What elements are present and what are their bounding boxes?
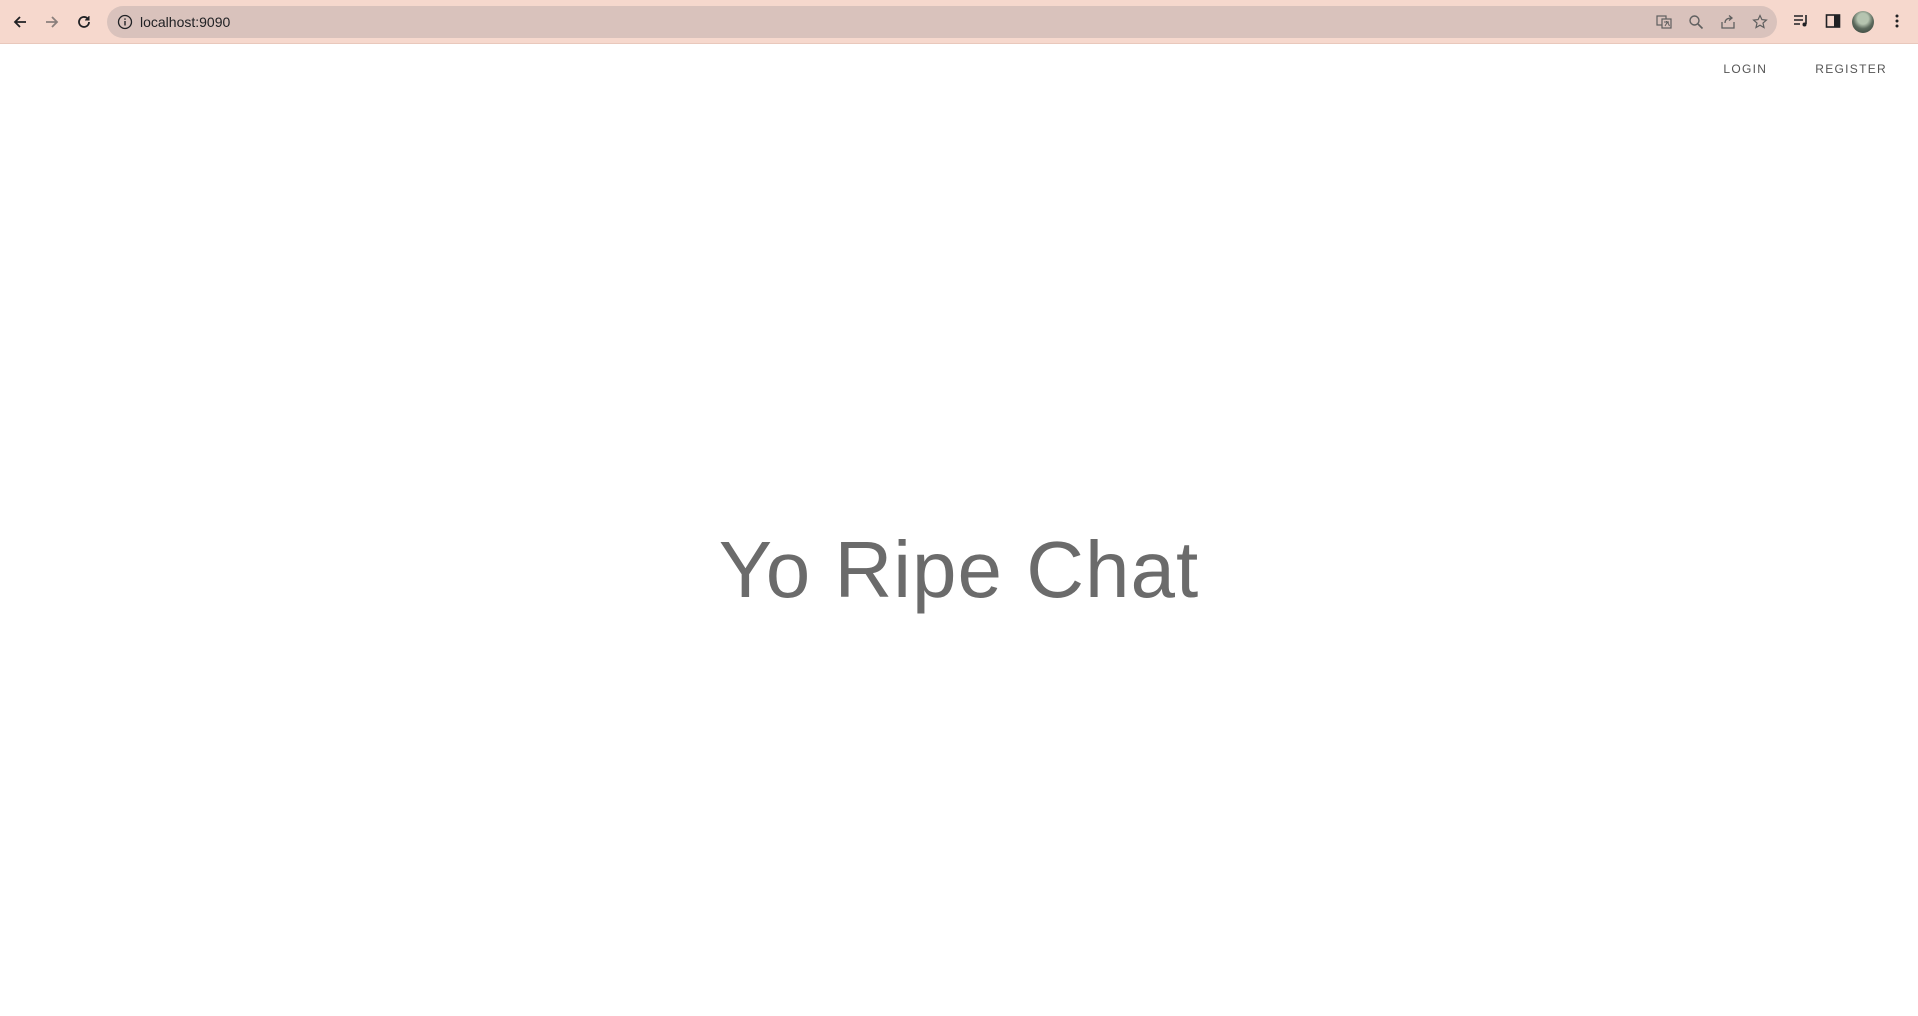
- share-icon: [1721, 15, 1735, 29]
- forward-button[interactable]: [40, 10, 64, 34]
- hero-title: Yo Ripe Chat: [718, 524, 1200, 614]
- profile-avatar[interactable]: [1852, 11, 1874, 33]
- browser-menu-button[interactable]: [1886, 10, 1908, 32]
- playlist-icon: [1794, 15, 1807, 27]
- zoom-icon: [1689, 15, 1704, 30]
- site-info-icon[interactable]: [117, 14, 133, 30]
- login-link[interactable]: LOGIN: [1723, 62, 1767, 76]
- share-button[interactable]: [1719, 14, 1737, 30]
- arrow-right-icon: [46, 16, 59, 28]
- more-vert-icon: [1895, 14, 1899, 28]
- zoom-button[interactable]: [1687, 14, 1705, 30]
- translate-icon: [1656, 15, 1672, 29]
- reload-button[interactable]: [72, 10, 96, 34]
- back-button[interactable]: [8, 10, 32, 34]
- bookmark-button[interactable]: [1751, 14, 1769, 30]
- address-bar[interactable]: localhost:9090: [107, 6, 1777, 38]
- arrow-left-icon: [13, 16, 26, 28]
- browser-toolbar: localhost:9090: [0, 0, 1918, 44]
- translate-button[interactable]: [1655, 14, 1673, 30]
- register-link[interactable]: REGISTER: [1815, 62, 1887, 76]
- star-icon: [1752, 14, 1768, 29]
- side-panel-button[interactable]: [1822, 10, 1844, 32]
- reload-icon: [78, 16, 90, 28]
- site-nav: LOGIN REGISTER: [1723, 62, 1887, 76]
- side-panel-icon: [1825, 14, 1841, 28]
- media-control-button[interactable]: [1790, 10, 1812, 32]
- url-text[interactable]: localhost:9090: [140, 13, 230, 31]
